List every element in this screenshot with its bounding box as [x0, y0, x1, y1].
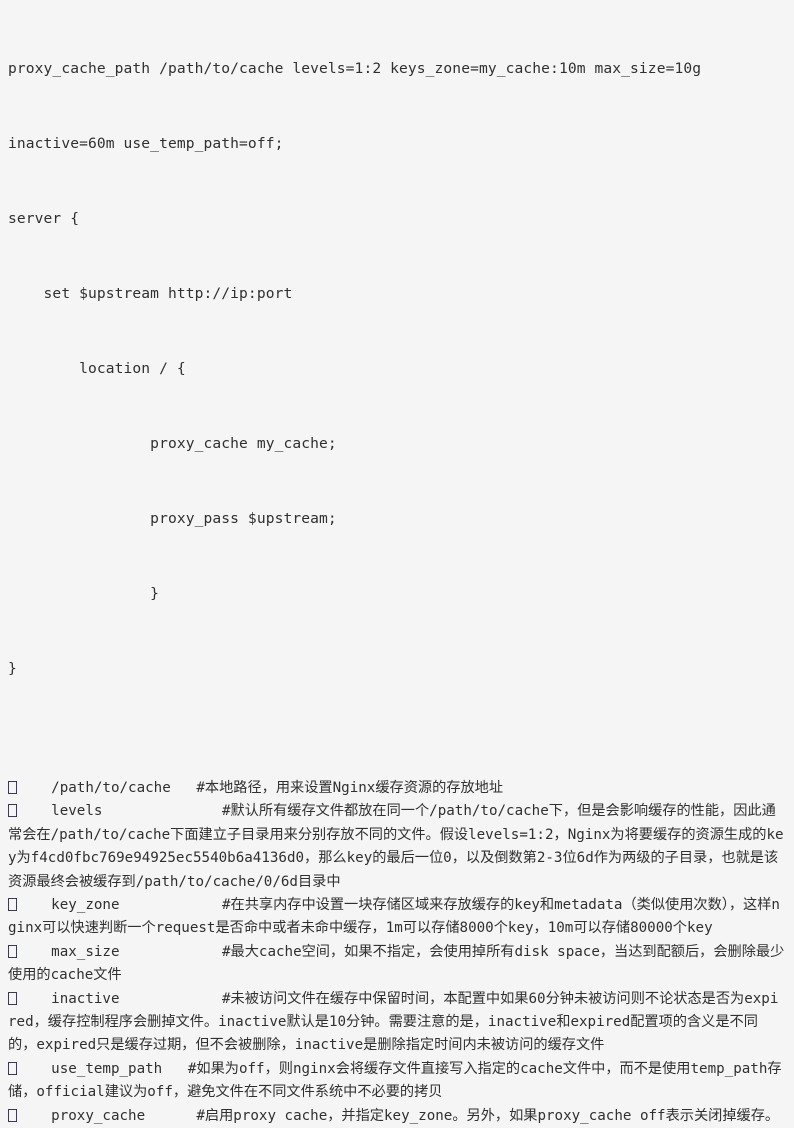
note-term: proxy_cache	[17, 1107, 197, 1124]
code-line: }	[8, 660, 17, 677]
note-comment: #启用proxy cache，并指定key_zone。另外，如果proxy_ca…	[196, 1107, 780, 1124]
note-term: max_size	[17, 943, 222, 960]
code-line: set $upstream http://ip:port	[8, 285, 293, 302]
bullet-box-icon	[8, 1108, 17, 1122]
list-item: inactive #未被访问文件在缓存中保留时间，本配置中如果60分钟未被访问则…	[8, 988, 786, 1058]
code-line: location / {	[8, 360, 186, 377]
note-term: inactive	[17, 990, 222, 1007]
code-line: inactive=60m use_temp_path=off;	[8, 135, 284, 152]
code-line: proxy_pass $upstream;	[8, 510, 337, 527]
list-item: use_temp_path #如果为off，则nginx会将缓存文件直接写入指定…	[8, 1058, 786, 1105]
bullet-box-icon	[8, 898, 17, 912]
bullet-box-icon	[8, 804, 17, 818]
code-line: proxy_cache_path /path/to/cache levels=1…	[8, 60, 702, 77]
list-item: levels #默认所有缓存文件都放在同一个/path/to/cache下，但是…	[8, 800, 786, 894]
document-page: proxy_cache_path /path/to/cache levels=1…	[0, 0, 794, 1128]
note-term: /path/to/cache	[17, 780, 197, 796]
bullet-box-icon	[8, 1061, 17, 1075]
note-term: levels	[17, 803, 222, 820]
code-line: }	[8, 585, 160, 602]
list-item: /path/to/cache #本地路径，用来设置Nginx缓存资源的存放地址	[8, 777, 786, 800]
bullet-box-icon	[8, 944, 17, 958]
note-term: key_zone	[17, 897, 222, 914]
list-item: max_size #最大cache空间，如果不指定，会使用掉所有disk spa…	[8, 941, 786, 988]
bullet-box-icon	[8, 781, 17, 794]
list-item: key_zone #在共享内存中设置一块存储区域来存放缓存的key和metada…	[8, 894, 786, 941]
nginx-config-code-block: proxy_cache_path /path/to/cache levels=1…	[8, 6, 786, 731]
code-line: proxy_cache my_cache;	[8, 435, 337, 452]
parameter-notes-list: /path/to/cache #本地路径，用来设置Nginx缓存资源的存放地址 …	[8, 777, 786, 1128]
bullet-box-icon	[8, 991, 17, 1005]
list-item: proxy_cache #启用proxy cache，并指定key_zone。另…	[8, 1105, 786, 1128]
code-line: server {	[8, 210, 80, 227]
note-term: use_temp_path	[17, 1060, 188, 1077]
note-comment: #本地路径，用来设置Nginx缓存资源的存放地址	[196, 780, 504, 796]
